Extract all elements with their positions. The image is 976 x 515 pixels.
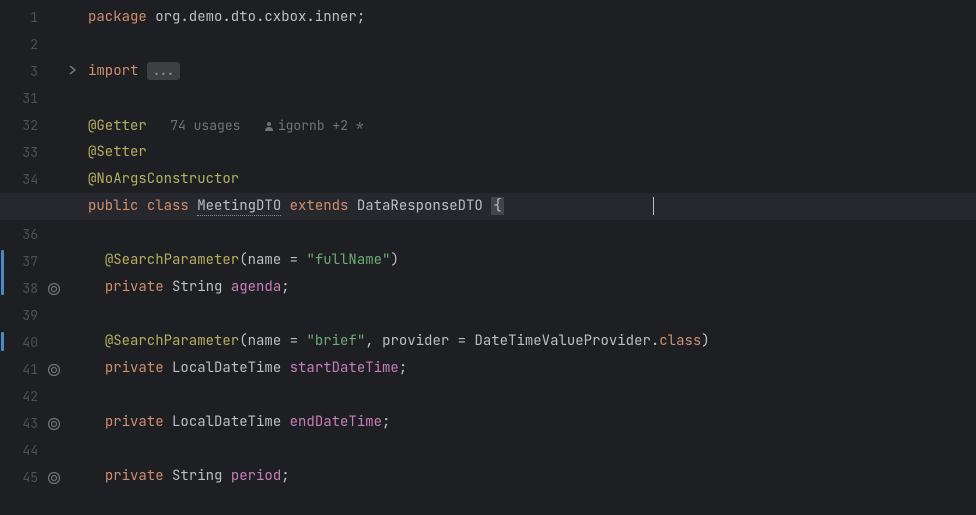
- anno-searchparam: @SearchParameter: [105, 251, 239, 269]
- line-number: 31: [22, 90, 38, 107]
- punct-semi: ;: [281, 467, 289, 485]
- author-inlay[interactable]: igornb +2 *: [264, 117, 364, 134]
- line-number: 33: [22, 144, 38, 161]
- punct-semi: ;: [357, 8, 365, 26]
- line-number: 1: [30, 9, 38, 26]
- line-number: 32: [22, 117, 38, 134]
- provider-class: DateTimeValueProvider: [474, 332, 650, 350]
- related-problems-icon[interactable]: [47, 471, 63, 487]
- kw-extends: extends: [290, 197, 357, 215]
- kw-public: public: [88, 197, 147, 215]
- type-string: String: [172, 278, 231, 296]
- line-number: 36: [22, 226, 38, 243]
- field-agenda: agenda: [231, 278, 281, 296]
- type-string: String: [172, 467, 231, 485]
- line-number: 38: [22, 280, 38, 297]
- anno-searchparam: @SearchParameter: [105, 332, 239, 350]
- text-cursor: [653, 197, 654, 215]
- line-number: 40: [22, 334, 38, 351]
- field-enddt: endDateTime: [290, 413, 382, 431]
- attr-name: name =: [248, 251, 307, 269]
- punct-close: ): [390, 251, 398, 269]
- kw-classref: class: [659, 332, 701, 350]
- punct-semi: ;: [382, 413, 390, 431]
- attr-provider: provider =: [382, 332, 474, 350]
- line-number: 39: [22, 307, 38, 324]
- kw-private: private: [105, 413, 172, 431]
- line-number: 44: [22, 442, 38, 459]
- class-name: MeetingDTO: [197, 197, 281, 216]
- fold-placeholder[interactable]: ...: [147, 62, 180, 80]
- related-problems-icon[interactable]: [47, 282, 63, 298]
- related-problems-icon[interactable]: [47, 417, 63, 433]
- field-startdt: startDateTime: [290, 359, 399, 377]
- string-literal: "brief": [306, 332, 365, 350]
- line-number: 41: [22, 361, 38, 378]
- line-number: 2: [30, 36, 38, 53]
- punct-close: ): [701, 332, 709, 350]
- fold-expand-icon[interactable]: [68, 65, 78, 79]
- kw-class: class: [147, 197, 197, 215]
- open-brace: {: [491, 197, 503, 215]
- punct-semi: ;: [281, 278, 289, 296]
- kw-private: private: [105, 278, 172, 296]
- punct-open: (: [239, 251, 247, 269]
- line-number: 34: [22, 171, 38, 188]
- kw-private: private: [105, 359, 172, 377]
- anno-getter: @Getter: [88, 117, 147, 135]
- line-number: 3: [30, 63, 38, 80]
- related-problems-icon[interactable]: [47, 363, 63, 379]
- usages-inlay[interactable]: 74 usages: [147, 117, 264, 134]
- vcs-change-marker[interactable]: [1, 250, 4, 295]
- anno-noargs: @NoArgsConstructor: [88, 170, 239, 188]
- punct-open: (: [239, 332, 247, 350]
- field-period: period: [231, 467, 281, 485]
- user-icon: [264, 113, 274, 140]
- type-ldt: LocalDateTime: [172, 413, 290, 431]
- line-number: 42: [22, 388, 38, 405]
- punct-comma: ,: [365, 332, 382, 350]
- kw-package: package: [88, 8, 147, 26]
- attr-name: name =: [248, 332, 307, 350]
- punct-semi: ;: [399, 359, 407, 377]
- code-area[interactable]: package org.demo.dto.cxbox.inner; import…: [82, 0, 976, 515]
- line-number: 45: [22, 469, 38, 486]
- line-number: 43: [22, 415, 38, 432]
- gutter: 1 2 3 31 32 33 34 35 36 37 38 39 40 41 4…: [0, 0, 82, 515]
- string-literal: "fullName": [306, 251, 390, 269]
- superclass-name: DataResponseDTO: [357, 197, 491, 215]
- space: [281, 197, 289, 215]
- code-editor[interactable]: 1 2 3 31 32 33 34 35 36 37 38 39 40 41 4…: [0, 0, 976, 515]
- anno-setter: @Setter: [88, 143, 147, 161]
- current-line[interactable]: public class MeetingDTO extends DataResp…: [82, 193, 976, 220]
- kw-private: private: [105, 467, 172, 485]
- kw-import: import: [88, 62, 147, 80]
- vcs-change-marker[interactable]: [1, 332, 4, 351]
- package-path: org.demo.dto.cxbox.inner: [147, 8, 357, 26]
- line-number: 37: [22, 253, 38, 270]
- type-ldt: LocalDateTime: [172, 359, 290, 377]
